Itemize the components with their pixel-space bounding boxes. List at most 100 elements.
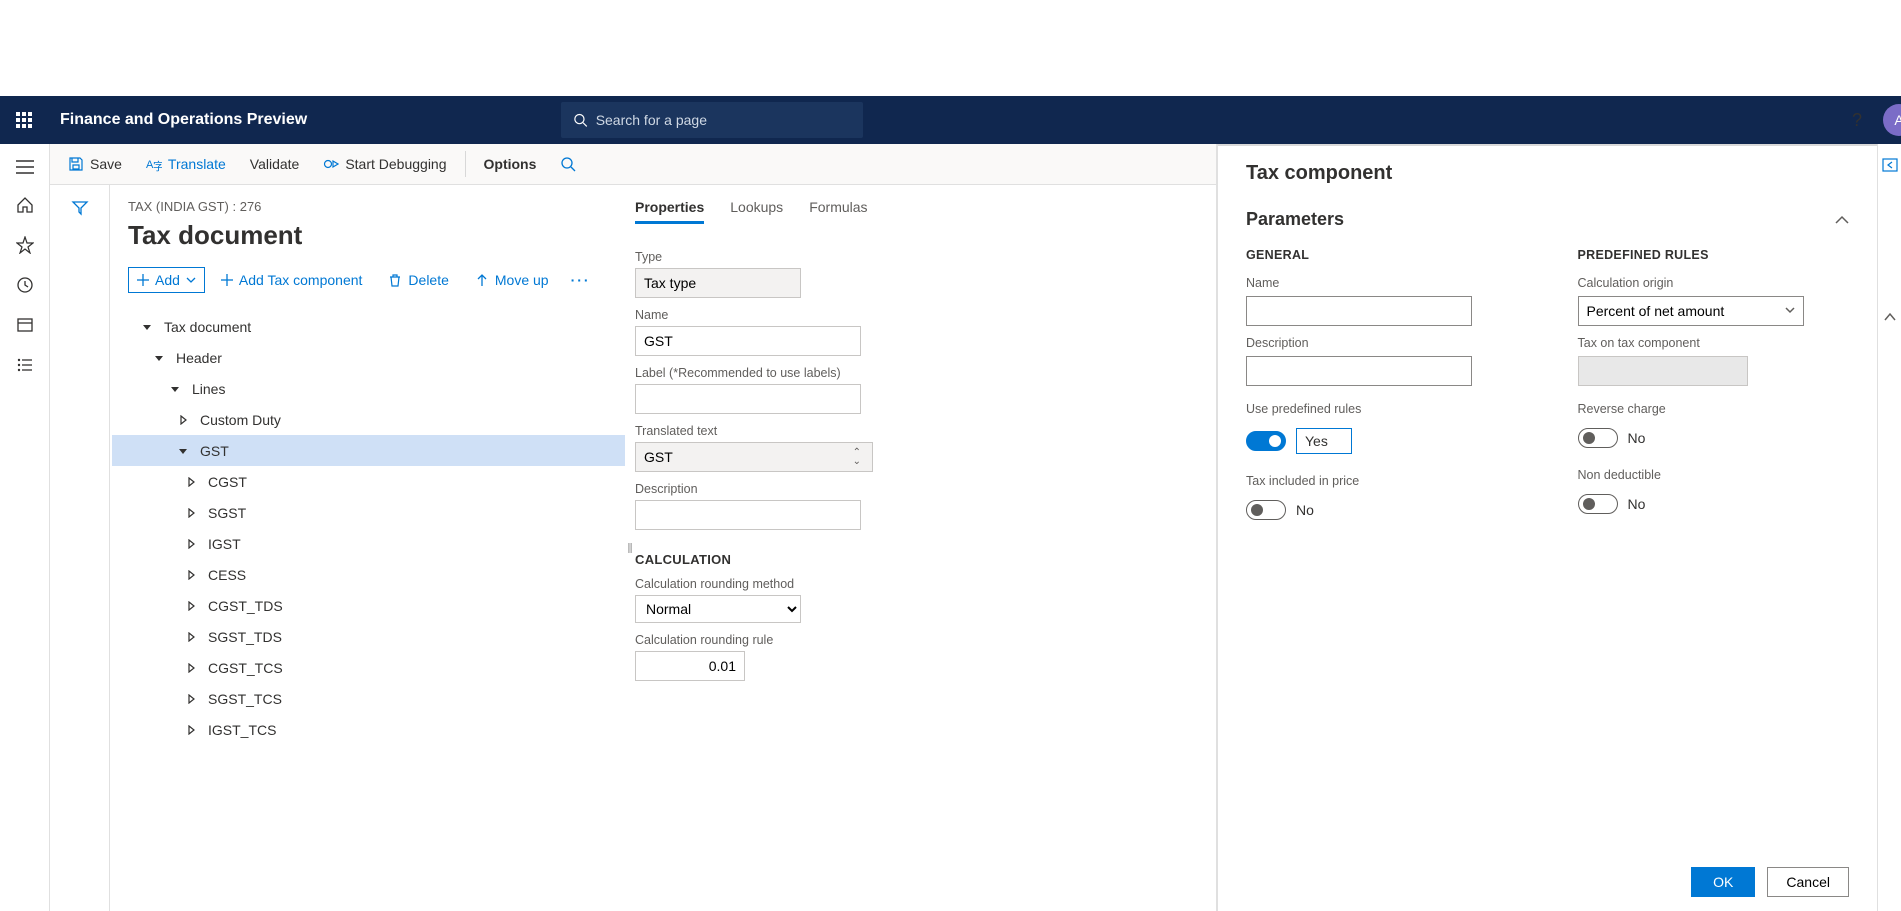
use-predefined-toggle[interactable] [1246,431,1286,451]
right-gutter [1877,144,1901,911]
calc-section-header: CALCULATION [635,552,1216,567]
dialog-footer: OK Cancel [1691,867,1849,897]
recent-button[interactable] [16,276,34,294]
caret-down-icon [176,446,190,456]
add-button[interactable]: Add [128,267,205,293]
plus-icon [221,274,233,286]
predefined-col-title: PREDEFINED RULES [1578,248,1850,262]
avatar[interactable]: A [1883,104,1901,136]
save-icon [68,156,84,172]
scroll-up-button[interactable] [1884,312,1896,322]
non-deductible-toggle[interactable] [1578,494,1618,514]
options-button[interactable]: Options [474,152,547,176]
tree-item-label: CESS [198,567,246,583]
tree-row[interactable]: Custom Duty [112,404,625,435]
start-debugging-button[interactable]: Start Debugging [313,152,456,176]
expand-pane-icon [1882,158,1898,172]
type-field [635,268,801,298]
brand-title: Finance and Operations Preview [60,111,307,129]
workspaces-button[interactable] [16,316,34,334]
tree-row[interactable]: GST [112,435,625,466]
waffle-menu-button[interactable] [0,96,48,144]
tree-row[interactable]: CGST_TDS [112,590,625,621]
dialog-body: Parameters GENERAL Name Description Use … [1218,195,1877,911]
hamburger-button[interactable] [16,160,34,174]
validate-button[interactable]: Validate [240,152,310,176]
tree-row[interactable]: CGST [112,466,625,497]
home-icon [16,196,34,214]
filter-button[interactable] [71,199,89,911]
add-tax-component-button[interactable]: Add Tax component [211,268,373,292]
dialog-title: Tax component [1218,146,1877,195]
tree-row[interactable]: Lines [112,373,625,404]
find-button[interactable] [550,152,586,176]
waffle-icon [16,112,32,128]
list-icon [16,356,34,374]
translate-button[interactable]: A字 Translate [136,152,236,176]
label-label: Label (*Recommended to use labels) [635,366,1216,380]
tab-formulas[interactable]: Formulas [809,199,867,224]
dlg-name-input[interactable] [1246,296,1472,326]
general-col-title: GENERAL [1246,248,1518,262]
tree-item-label: IGST [198,536,241,552]
global-search[interactable] [561,102,863,138]
add-label: Add [155,272,180,288]
save-button[interactable]: Save [58,152,132,176]
tree-row[interactable]: Header [112,342,625,373]
arrow-up-icon [475,273,489,287]
cancel-button[interactable]: Cancel [1767,867,1849,897]
tree-row[interactable]: SGST_TDS [112,621,625,652]
rounding-method-select[interactable]: Normal [635,595,801,623]
caret-right-icon [184,725,198,735]
parameters-header-label: Parameters [1246,209,1344,230]
dlg-calc-origin-label: Calculation origin [1578,276,1850,290]
search-icon [560,156,576,172]
help-button[interactable]: ? [1835,96,1879,144]
tab-lookups[interactable]: Lookups [730,199,783,224]
use-predefined-value[interactable]: Yes [1296,428,1352,454]
translated-text-field[interactable] [635,442,873,472]
tree-row[interactable]: IGST [112,528,625,559]
label-field[interactable] [635,384,861,414]
calc-origin-select[interactable]: Percent of net amount [1578,296,1804,326]
tax-included-toggle[interactable] [1246,500,1286,520]
search-input[interactable] [596,112,851,128]
move-up-button[interactable]: Move up [465,268,559,292]
tree-item-label: CGST [198,474,247,490]
caret-right-icon [184,694,198,704]
splitter-handle[interactable]: ‖ [625,185,635,911]
reverse-charge-toggle[interactable] [1578,428,1618,448]
caret-right-icon [184,570,198,580]
tree-row[interactable]: IGST_TCS [112,714,625,745]
tree-row[interactable]: CGST_TCS [112,652,625,683]
tab-properties[interactable]: Properties [635,199,704,224]
parameters-section-header[interactable]: Parameters [1246,195,1849,238]
ok-button[interactable]: OK [1691,867,1755,897]
tree-row[interactable]: SGST_TCS [112,683,625,714]
action-separator [465,151,466,177]
tree-row[interactable]: SGST [112,497,625,528]
favorites-button[interactable] [16,236,34,254]
chevron-down-icon [186,277,196,283]
tree-row[interactable]: Tax document [112,311,625,342]
translated-label: Translated text [635,424,1216,438]
more-actions-button[interactable]: ··· [565,272,597,288]
save-label: Save [90,156,122,172]
list-toolbar: Add Add Tax component Delete Move up [110,267,625,293]
modules-button[interactable] [16,356,34,374]
translated-spinner[interactable]: ⌃ ⌄ [853,448,861,466]
workspace-icon [16,316,34,334]
home-button[interactable] [16,196,34,214]
caret-down-icon [168,384,182,394]
rounding-rule-field[interactable] [635,651,745,681]
dlg-description-input[interactable] [1246,356,1472,386]
description-field[interactable] [635,500,861,530]
name-field[interactable] [635,326,861,356]
tree-item-label: Header [166,350,222,366]
validate-label: Validate [250,156,300,172]
caret-right-icon [176,415,190,425]
caret-down-icon [140,322,154,332]
tree-row[interactable]: CESS [112,559,625,590]
related-pane-button[interactable] [1882,158,1898,172]
delete-button[interactable]: Delete [378,268,458,292]
